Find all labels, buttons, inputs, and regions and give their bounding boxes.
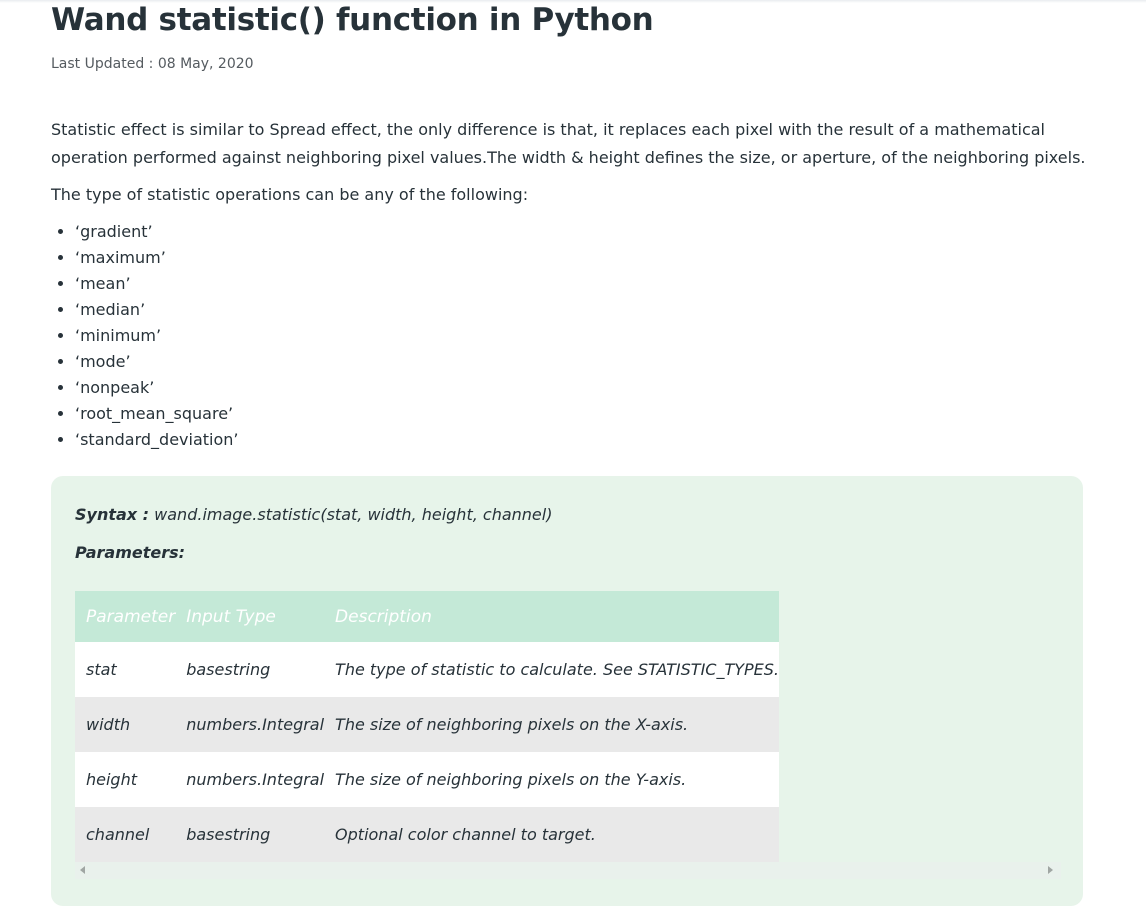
last-updated: Last Updated : 08 May, 2020 [51, 56, 254, 72]
scroll-left-arrow-icon[interactable] [80, 866, 85, 874]
table-cell: channel [75, 807, 176, 862]
types-intro-paragraph: The type of statistic operations can be … [51, 185, 529, 204]
syntax-label: Syntax : [75, 505, 150, 524]
table-cell: stat [75, 642, 176, 697]
list-item: ‘mean’ [75, 271, 239, 297]
list-item: ‘nonpeak’ [75, 375, 239, 401]
stat-types-list: ‘gradient’ ‘maximum’ ‘mean’ ‘median’ ‘mi… [51, 219, 239, 453]
table-cell: basestring [175, 807, 325, 862]
list-item: ‘minimum’ [75, 323, 239, 349]
table-cell: The size of neighboring pixels on the X-… [324, 697, 779, 752]
intro-paragraph: Statistic effect is similar to Spread ef… [51, 120, 1086, 167]
table-cell: numbers.Integral [175, 697, 325, 752]
table-cell: The size of neighboring pixels on the Y-… [324, 752, 779, 807]
table-row: stat basestring The type of statistic to… [75, 642, 779, 697]
list-item: ‘median’ [75, 297, 239, 323]
table-cell: height [75, 752, 176, 807]
table-cell: width [75, 697, 176, 752]
column-header-input-type: Input Type [175, 591, 325, 642]
column-header-parameter: Parameter [75, 591, 176, 642]
table-row: width numbers.Integral The size of neigh… [75, 697, 779, 752]
scroll-right-arrow-icon[interactable] [1048, 866, 1053, 874]
list-item: ‘standard_deviation’ [75, 427, 239, 453]
horizontal-scrollbar[interactable] [75, 862, 1061, 879]
parameters-table: Parameter Input Type Description stat ba… [75, 591, 779, 862]
table-cell: numbers.Integral [175, 752, 325, 807]
syntax-line: Syntax : wand.image.statistic(stat, widt… [75, 503, 552, 527]
column-header-description: Description [324, 591, 779, 642]
parameters-label: Parameters: [75, 543, 186, 562]
table-cell: basestring [175, 642, 325, 697]
table-header-row: Parameter Input Type Description [75, 591, 779, 642]
list-item: ‘maximum’ [75, 245, 239, 271]
list-item: ‘gradient’ [75, 219, 239, 245]
table-row: channel basestring Optional color channe… [75, 807, 779, 862]
list-item: ‘mode’ [75, 349, 239, 375]
page-title: Wand statistic() function in Python [51, 2, 654, 38]
table-cell: The type of statistic to calculate. See … [324, 642, 779, 697]
table-row: height numbers.Integral The size of neig… [75, 752, 779, 807]
list-item: ‘root_mean_square’ [75, 401, 239, 427]
syntax-code: wand.image.statistic(stat, width, height… [149, 505, 553, 524]
table-cell: Optional color channel to target. [324, 807, 779, 862]
